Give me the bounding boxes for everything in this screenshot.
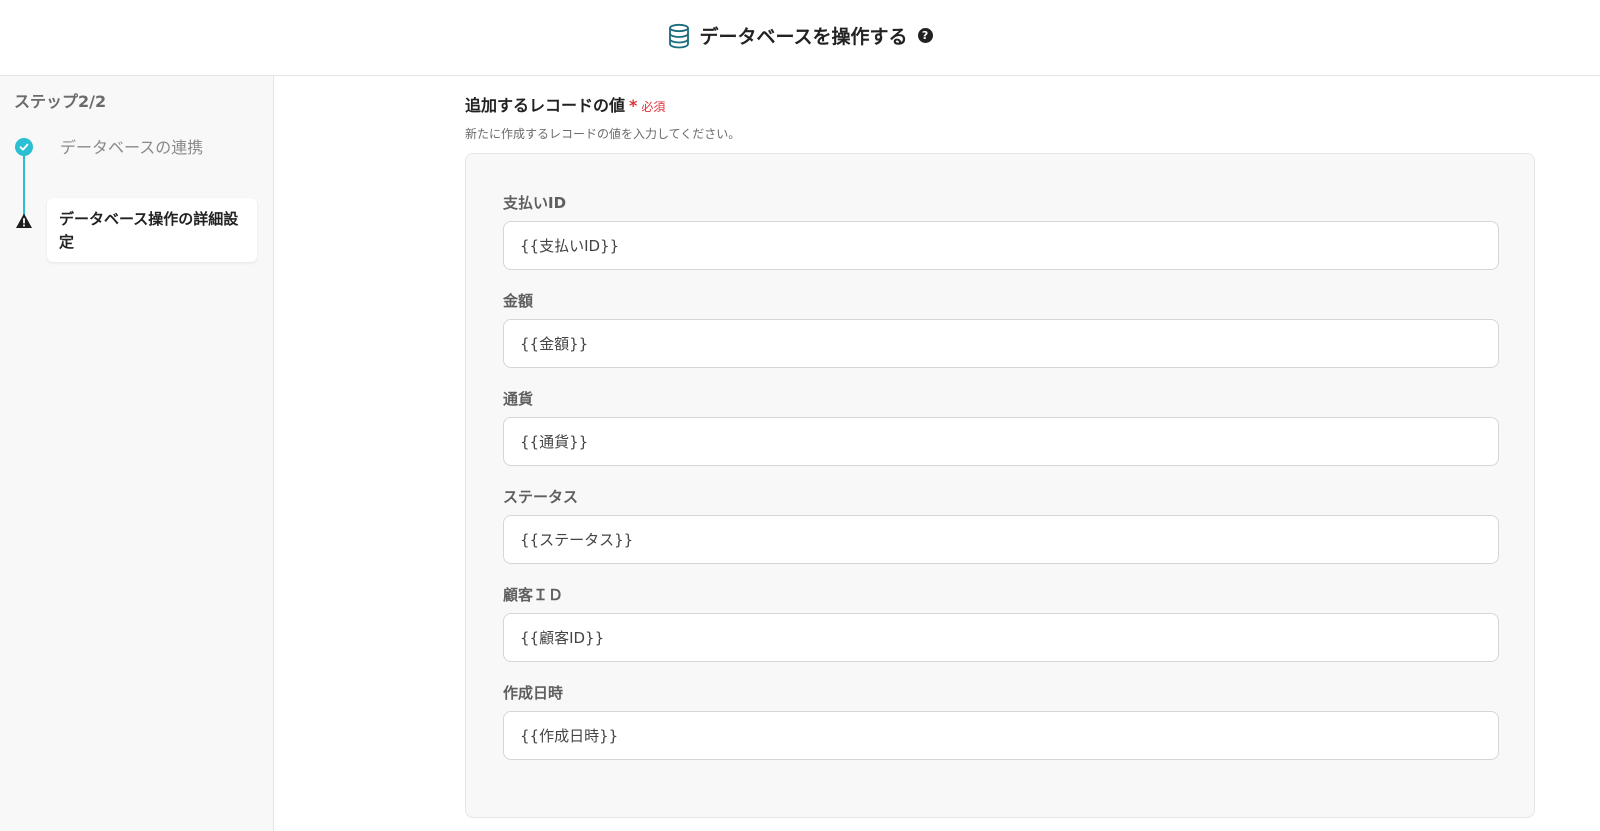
field-label-customer-id: 顧客ＩＤ bbox=[503, 586, 564, 604]
required-asterisk: * bbox=[629, 96, 638, 115]
page-header: データベースを操作する ? bbox=[0, 0, 1600, 76]
check-icon bbox=[19, 143, 29, 151]
field-label-status: ステータス bbox=[503, 488, 579, 506]
page-title: データベースを操作する bbox=[699, 26, 908, 48]
customer-id-input[interactable] bbox=[503, 613, 1499, 662]
field-label-created-at: 作成日時 bbox=[503, 684, 564, 702]
field-label-currency: 通貨 bbox=[503, 390, 534, 408]
created-at-input[interactable] bbox=[503, 711, 1499, 760]
sidebar-step-database-link[interactable]: データベースの連携 bbox=[60, 134, 203, 158]
step-indicator: ステップ2/2 bbox=[14, 92, 107, 111]
field-label-payment-id: 支払いID bbox=[503, 194, 567, 212]
status-input[interactable] bbox=[503, 515, 1499, 564]
section-description: 新たに作成するレコードの値を入力してください。 bbox=[465, 127, 741, 141]
section-title: 追加するレコードの値 * 必須 bbox=[465, 92, 665, 116]
section-title-text: 追加するレコードの値 bbox=[465, 96, 626, 115]
payment-id-input[interactable] bbox=[503, 221, 1499, 270]
steps-sidebar: ステップ2/2 データベースの連携 データベース操作の詳細設定 bbox=[0, 76, 274, 831]
main-content: 追加するレコードの値 * 必須 新たに作成するレコードの値を入力してください。 … bbox=[274, 76, 1600, 831]
field-label-amount: 金額 bbox=[503, 292, 534, 310]
sidebar-step-database-operation-settings[interactable]: データベース操作の詳細設定 bbox=[47, 198, 257, 262]
step-connector-line bbox=[23, 148, 25, 222]
check-circle-icon bbox=[15, 138, 33, 156]
required-label: 必須 bbox=[641, 100, 666, 114]
database-icon bbox=[669, 23, 690, 48]
header-title-group: データベースを操作する ? bbox=[0, 22, 1600, 49]
question-circle-icon[interactable]: ? bbox=[917, 28, 933, 43]
record-values-panel: 支払いID 金額 通貨 ステータス 顧客ＩＤ 作成日時 bbox=[465, 153, 1535, 818]
amount-input[interactable] bbox=[503, 319, 1499, 368]
warning-icon bbox=[16, 213, 32, 228]
currency-input[interactable] bbox=[503, 417, 1499, 466]
